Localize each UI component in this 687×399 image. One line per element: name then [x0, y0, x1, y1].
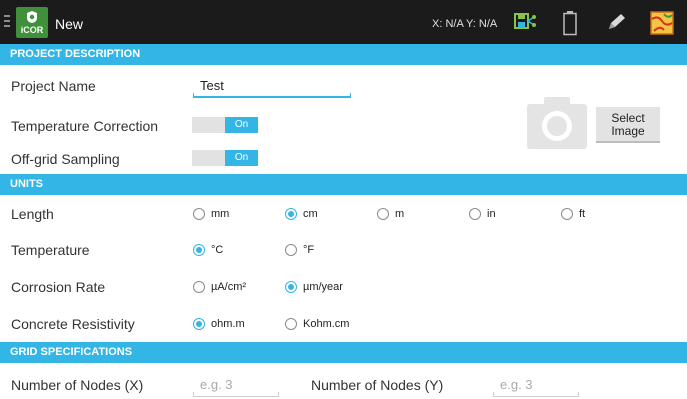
radio-label: cm [303, 208, 318, 220]
nodes-y-input[interactable]: e.g. 3 [493, 377, 579, 397]
project-name-label: Project Name [11, 78, 96, 94]
toggle-state: On [225, 150, 258, 166]
project-name-input[interactable]: Test [193, 78, 351, 98]
temperature-correction-toggle[interactable]: On [192, 117, 258, 133]
length-label: Length [11, 206, 54, 222]
offgrid-sampling-toggle[interactable]: On [192, 150, 258, 166]
nodes-x-placeholder: e.g. 3 [200, 377, 233, 392]
nodes-y-label: Number of Nodes (Y) [311, 377, 444, 393]
logo-shield-icon [27, 11, 37, 23]
nodes-x-label: Number of Nodes (X) [11, 377, 144, 393]
logo-text: iCOR [20, 25, 44, 35]
section-header-grid: GRID SPECIFICATIONS [0, 342, 687, 363]
radio-label: °F [303, 244, 315, 256]
save-network-icon[interactable] [514, 12, 538, 39]
pen-icon[interactable] [607, 12, 627, 37]
temperature-correction-label: Temperature Correction [11, 118, 159, 134]
map-icon[interactable] [650, 11, 674, 40]
select-image-button[interactable]: Select Image [596, 107, 660, 143]
radio-label: m [395, 208, 405, 220]
battery-icon [563, 10, 577, 41]
nodes-y-placeholder: e.g. 3 [500, 377, 533, 392]
select-image-label-2: Image [611, 124, 645, 138]
radio-label: ohm.m [211, 318, 245, 330]
section-header-units: UNITS [0, 174, 687, 195]
action-bar: iCOR New X: N/A Y: N/A [0, 0, 687, 44]
menu-icon[interactable] [4, 15, 10, 29]
radio-label: Kohm.cm [303, 318, 350, 330]
coordinates-readout: X: N/A Y: N/A [432, 18, 498, 30]
section-header-project: PROJECT DESCRIPTION [0, 44, 687, 65]
app-logo[interactable]: iCOR [16, 7, 48, 38]
radio-label: µm/year [303, 281, 343, 293]
offgrid-sampling-label: Off-grid Sampling [11, 151, 120, 167]
concrete-resistivity-label: Concrete Resistivity [11, 316, 135, 332]
radio-label: °C [211, 244, 224, 256]
camera-icon[interactable] [526, 96, 588, 150]
nodes-x-input[interactable]: e.g. 3 [193, 377, 279, 397]
app-title: New [55, 16, 84, 32]
corrosion-rate-label: Corrosion Rate [11, 279, 106, 295]
radio-label: in [487, 208, 496, 220]
project-name-value: Test [200, 78, 224, 93]
toggle-state: On [225, 117, 258, 133]
radio-label: ft [579, 208, 586, 220]
radio-label: µA/cm² [211, 281, 247, 293]
temperature-label: Temperature [11, 242, 90, 258]
radio-label: mm [211, 208, 230, 220]
